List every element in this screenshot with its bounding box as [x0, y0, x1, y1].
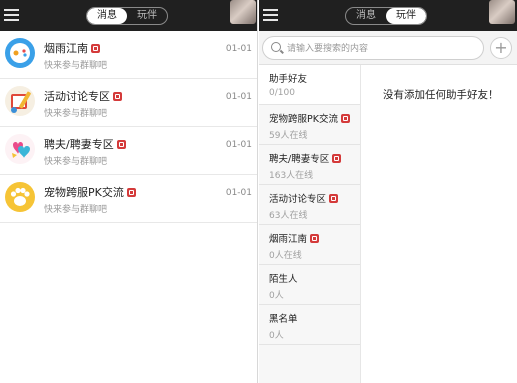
search-bar: + — [259, 31, 517, 65]
chat-time: 01-01 — [225, 140, 252, 150]
paw-icon — [5, 182, 35, 212]
top-bar: 消息 玩伴 — [259, 0, 517, 31]
search-icon — [271, 42, 281, 52]
chat-subtitle: 快来参与群聊吧 — [44, 205, 108, 215]
empty-state-message: 没有添加任何助手好友！ — [383, 89, 499, 101]
group-badge-icon — [310, 234, 320, 243]
chat-name: 宠物跨服PK交流 — [44, 186, 124, 199]
group-name: 陌生人 — [269, 274, 298, 285]
group-badge-icon — [329, 194, 339, 203]
group-badge-icon — [113, 92, 122, 101]
group-badge-icon — [91, 44, 100, 53]
chat-subtitle: 快来参与群聊吧 — [44, 61, 108, 71]
group-count: 0人在线 — [269, 251, 302, 261]
notebook-pencil-icon — [5, 86, 35, 116]
group-item[interactable]: 聘夫/聘妻专区 163人在线 — [259, 145, 360, 185]
top-bar: 消息 玩伴 — [0, 0, 257, 31]
group-badge-icon — [332, 154, 342, 163]
chat-name: 聘夫/聘妻专区 — [44, 138, 114, 151]
friend-group-list: 助手好友 0/100 宠物跨服PK交流 59人在线 聘夫/聘妻专区 163人在线… — [259, 65, 361, 383]
group-item[interactable]: 陌生人 0人 — [259, 265, 360, 305]
playmates-panel: 消息 玩伴 + 助手好友 0/100 宠物跨服PK交流 59人在线 聘夫/聘妻专… — [259, 0, 517, 383]
group-count: 63人在线 — [269, 211, 308, 221]
group-count: 0人 — [269, 331, 284, 341]
group-badge-icon — [126, 188, 136, 197]
tab-messages[interactable]: 消息 — [87, 8, 127, 24]
chat-time: 01-01 — [225, 44, 252, 54]
menu-icon[interactable] — [4, 9, 19, 21]
chat-item[interactable]: 聘夫/聘妻专区 01-01 快来参与群聊吧 — [0, 127, 257, 175]
chat-name: 烟雨江南 — [44, 42, 88, 55]
hearts-icon — [5, 134, 35, 164]
group-count: 0人 — [269, 291, 284, 301]
menu-icon[interactable] — [263, 9, 278, 21]
group-count: 59人在线 — [269, 131, 308, 141]
group-name: 烟雨江南 — [269, 234, 308, 245]
add-friend-button[interactable]: + — [490, 37, 512, 59]
group-name: 助手好友 — [269, 74, 308, 85]
tab-messages[interactable]: 消息 — [346, 8, 386, 24]
group-badge-icon — [340, 114, 350, 123]
group-item[interactable]: 烟雨江南 0人在线 — [259, 225, 360, 265]
tab-playmates[interactable]: 玩伴 — [386, 8, 426, 24]
search-box[interactable] — [262, 36, 484, 60]
group-item[interactable]: 活动讨论专区 63人在线 — [259, 185, 360, 225]
group-count: 0/100 — [269, 88, 295, 98]
chat-list: 烟雨江南 01-01 快来参与群聊吧 活动讨论专区 01-01 快来参与群聊吧 — [0, 31, 257, 223]
group-item[interactable]: 助手好友 0/100 — [259, 65, 360, 105]
chat-item[interactable]: 烟雨江南 01-01 快来参与群聊吧 — [0, 31, 257, 79]
group-count: 163人在线 — [269, 171, 314, 181]
chat-subtitle: 快来参与群聊吧 — [44, 157, 108, 167]
user-avatar[interactable] — [489, 0, 515, 24]
chat-time: 01-01 — [225, 92, 252, 102]
group-badge-icon — [116, 140, 126, 149]
chat-time: 01-01 — [225, 188, 252, 198]
search-input[interactable] — [287, 41, 477, 56]
tab-switcher: 消息 玩伴 — [86, 7, 168, 25]
chat-name: 活动讨论专区 — [44, 90, 110, 103]
group-name: 黑名单 — [269, 314, 298, 325]
messages-panel: 消息 玩伴 烟雨江南 01-01 快来参与群聊吧 活动讨论专区 01-01 快来… — [0, 0, 258, 383]
group-name: 宠物跨服PK交流 — [269, 114, 338, 125]
chat-item[interactable]: 活动讨论专区 01-01 快来参与群聊吧 — [0, 79, 257, 127]
group-item[interactable]: 宠物跨服PK交流 59人在线 — [259, 105, 360, 145]
tab-playmates[interactable]: 玩伴 — [127, 8, 167, 24]
user-avatar[interactable] — [230, 0, 256, 24]
group-name: 活动讨论专区 — [269, 194, 327, 205]
chat-subtitle: 快来参与群聊吧 — [44, 109, 108, 119]
group-item[interactable]: 黑名单 0人 — [259, 305, 360, 345]
chat-item[interactable]: 宠物跨服PK交流 01-01 快来参与群聊吧 — [0, 175, 257, 223]
tab-switcher: 消息 玩伴 — [345, 7, 427, 25]
group-name: 聘夫/聘妻专区 — [269, 154, 330, 165]
blue-game-controller-icon — [5, 38, 35, 68]
